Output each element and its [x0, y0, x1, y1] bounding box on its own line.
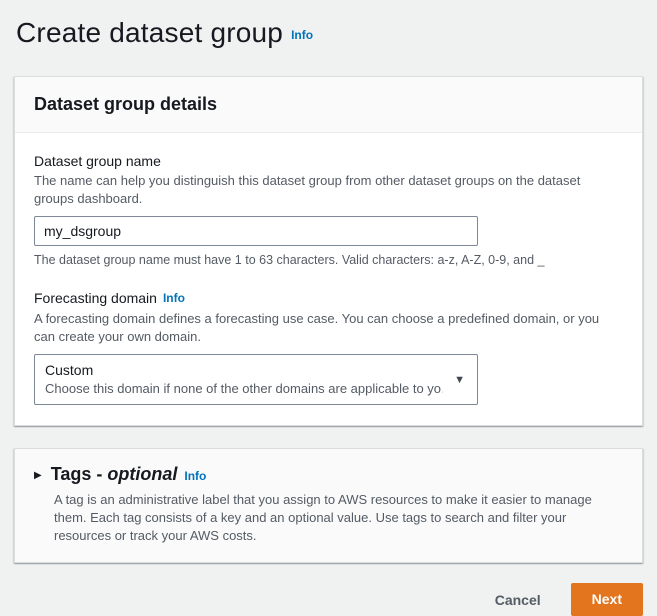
card-title: Dataset group details	[34, 94, 218, 114]
forecasting-domain-label: Forecasting domain Info	[34, 289, 623, 308]
page-info-link[interactable]: Info	[291, 28, 313, 42]
dataset-group-name-description: The name can help you distinguish this d…	[34, 173, 581, 206]
forecasting-domain-description: A forecasting domain defines a forecasti…	[34, 311, 600, 344]
create-dataset-group-page: Create dataset group Info Dataset group d…	[0, 0, 657, 616]
card-header: Dataset group details	[15, 77, 642, 133]
card-body: Dataset group name The name can help you…	[15, 133, 642, 425]
dataset-group-name-constraint: The dataset group name must have 1 to 63…	[34, 253, 545, 267]
tags-title: Tags - optional	[51, 464, 178, 485]
cancel-button[interactable]: Cancel	[491, 586, 545, 614]
page-header: Create dataset group Info	[16, 17, 643, 49]
next-button[interactable]: Next	[570, 583, 643, 616]
dataset-group-name-field: Dataset group name The name can help you…	[34, 152, 623, 268]
tags-description: A tag is an administrative label that yo…	[54, 492, 592, 543]
dataset-group-name-input[interactable]	[34, 216, 478, 246]
chevron-right-icon: ▶	[34, 470, 42, 481]
forecasting-domain-field: Forecasting domain Info A forecasting dom…	[34, 289, 623, 405]
tags-title-optional: optional	[107, 464, 178, 484]
forecasting-domain-select[interactable]: Custom Choose this domain if none of the…	[34, 354, 478, 405]
tags-info-link[interactable]: Info	[184, 469, 206, 483]
chevron-down-icon: ▼	[454, 373, 465, 386]
selected-domain-description: Choose this domain if none of the other …	[45, 381, 443, 396]
tags-expand-header[interactable]: ▶ Tags - optional Info	[34, 464, 623, 485]
dataset-group-name-label: Dataset group name	[34, 153, 161, 169]
selected-domain-value: Custom	[45, 362, 94, 378]
tags-title-prefix: Tags -	[50, 464, 108, 484]
tags-card: ▶ Tags - optional Info A tag is an admini…	[14, 448, 643, 563]
page-title: Create dataset group	[16, 17, 284, 48]
dataset-group-details-card: Dataset group details Dataset group name…	[14, 76, 643, 426]
forecasting-domain-info-link[interactable]: Info	[163, 291, 185, 305]
footer-actions: Cancel Next	[14, 583, 643, 616]
forecasting-domain-label-text: Forecasting domain	[34, 290, 157, 306]
